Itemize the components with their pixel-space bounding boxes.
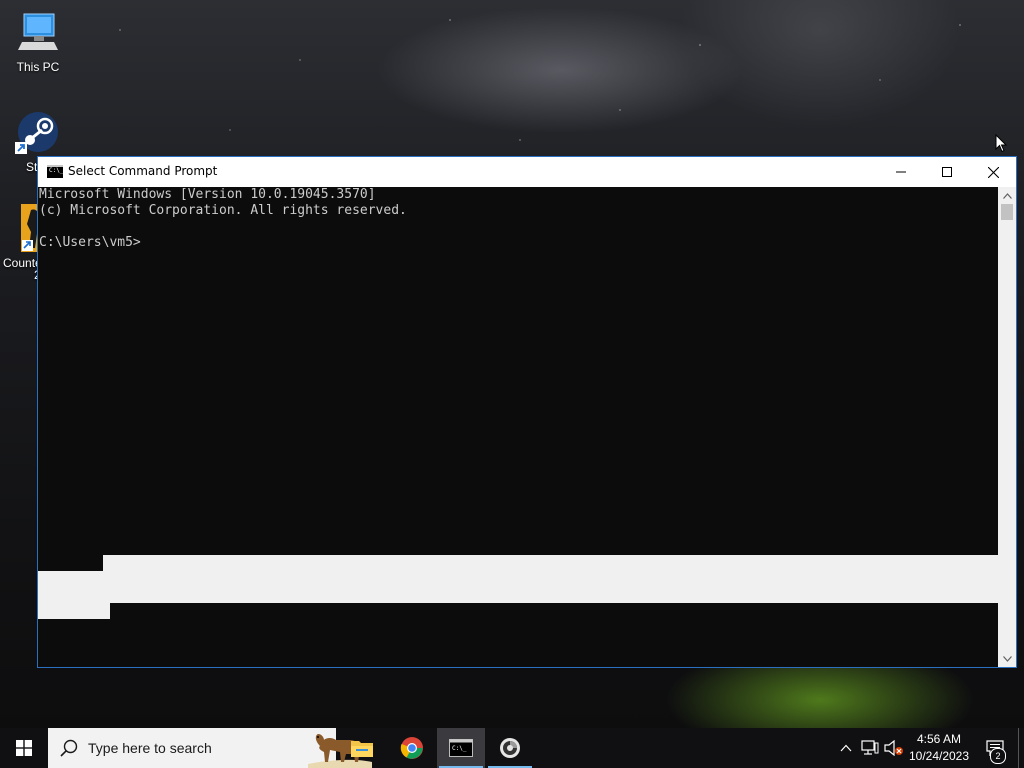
console-prompt[interactable]: C:\Users\vm5> xyxy=(39,235,141,251)
computer-icon xyxy=(14,10,62,58)
close-button[interactable] xyxy=(970,157,1016,187)
search-input[interactable]: Type here to search xyxy=(48,728,372,768)
starry-sky xyxy=(0,0,1024,160)
network-icon xyxy=(861,740,879,755)
desktop-icon-sublabel: 2 xyxy=(34,268,40,282)
vertical-scrollbar[interactable] xyxy=(998,187,1016,667)
command-prompt-window[interactable]: C:\_ Select Command Prompt Microsoft Win… xyxy=(38,157,1016,667)
cmd-icon-text: C:\_ xyxy=(49,167,64,174)
window-title: Select Command Prompt xyxy=(68,164,218,178)
desktop-icon-label: This PC xyxy=(16,60,60,74)
taskbar-chrome[interactable] xyxy=(388,728,436,768)
taskbar-file-explorer[interactable] xyxy=(338,728,386,768)
cmd-icon: C:\_ xyxy=(449,739,473,757)
cmd-icon: C:\_ xyxy=(47,165,63,178)
search-placeholder: Type here to search xyxy=(88,740,212,756)
search-icon xyxy=(60,739,78,757)
start-button[interactable] xyxy=(0,728,48,768)
maximize-button[interactable] xyxy=(924,157,970,187)
console-line: Microsoft Windows [Version 10.0.19045.35… xyxy=(39,187,376,202)
minimize-icon xyxy=(896,171,906,173)
volume-muted-icon xyxy=(884,740,903,756)
chevron-up-icon xyxy=(840,744,852,752)
show-desktop-button[interactable] xyxy=(1018,728,1024,768)
title-bar[interactable]: C:\_ Select Command Prompt xyxy=(38,157,1016,187)
svg-text:C:\_: C:\_ xyxy=(452,745,467,752)
windows-logo-icon xyxy=(16,740,32,756)
volume-button[interactable] xyxy=(884,738,904,758)
folder-icon xyxy=(351,741,373,757)
clock-time: 4:56 AM xyxy=(916,732,962,746)
desktop: This PC Ste Counte 2 C:\_ Select Command… xyxy=(0,0,1024,768)
chrome-icon xyxy=(400,737,423,759)
console-output[interactable]: Microsoft Windows [Version 10.0.19045.35… xyxy=(38,187,998,667)
minimize-button[interactable] xyxy=(878,157,924,187)
taskbar-app[interactable] xyxy=(486,728,534,768)
notification-count-badge: 2 xyxy=(990,748,1006,764)
chevron-down-icon xyxy=(1002,655,1012,662)
desktop-icon-game[interactable]: Counte 2 xyxy=(0,204,47,282)
show-hidden-icons-button[interactable] xyxy=(836,738,856,758)
scroll-down-button[interactable] xyxy=(998,650,1016,667)
scroll-up-button[interactable] xyxy=(998,187,1016,204)
taskbar-command-prompt[interactable]: C:\_ xyxy=(437,728,485,768)
clock[interactable]: 4:56 AM 10/24/2023 xyxy=(908,731,970,765)
maximize-icon xyxy=(942,167,952,177)
mouse-cursor-icon xyxy=(995,133,1008,158)
close-icon xyxy=(987,166,999,178)
steam-icon xyxy=(14,110,62,158)
selection-highlight xyxy=(103,555,998,603)
console-line: (c) Microsoft Corporation. All rights re… xyxy=(39,203,407,218)
selection-highlight xyxy=(38,603,110,619)
chevron-up-icon xyxy=(1002,192,1012,199)
clock-date: 10/24/2023 xyxy=(908,749,970,763)
app-icon xyxy=(500,738,520,758)
selection-highlight xyxy=(38,571,103,603)
taskbar: Type here to search C:\_ 4:56 AM 10/24/2… xyxy=(0,728,1024,768)
scroll-thumb[interactable] xyxy=(1001,204,1013,220)
desktop-icon-this-pc[interactable]: This PC xyxy=(0,10,76,74)
network-button[interactable] xyxy=(860,738,880,758)
